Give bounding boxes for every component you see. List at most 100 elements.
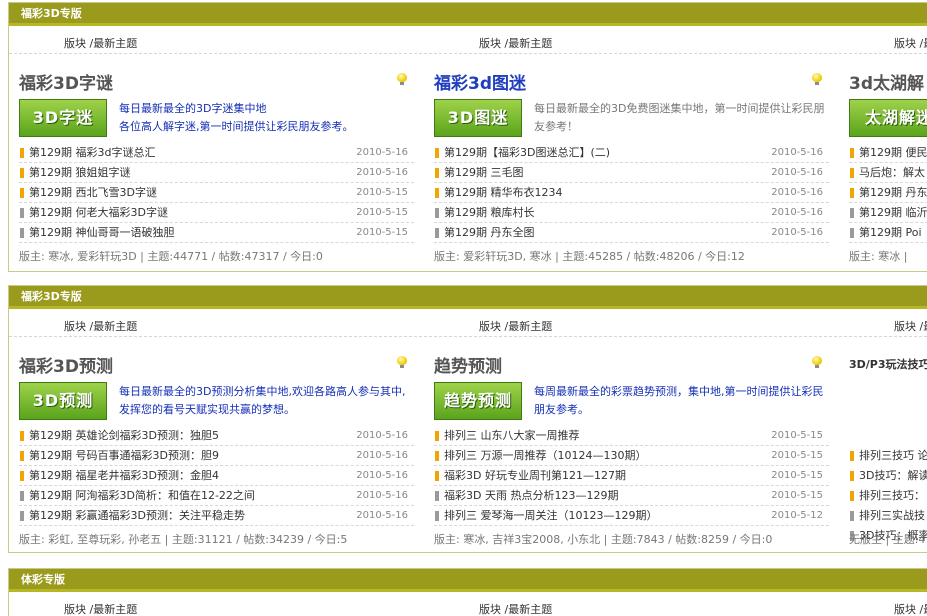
post-item[interactable]: 排列三技巧：	[849, 486, 927, 506]
post-title[interactable]: 3D技巧：解读	[859, 469, 927, 482]
section-subheader: 版块 /最新主题 版块 /最新主题 版块 /最新主题	[9, 26, 927, 54]
board-banner-image[interactable]: 太湖解迷	[849, 99, 927, 137]
post-title[interactable]: 第129期 粮库村长	[444, 206, 535, 219]
post-item[interactable]: 排列三 万源一周推荐（10124—130期） 2010-5-15	[434, 446, 829, 466]
post-item[interactable]: 第129期 号码百事通福彩3D预测：胆9 2010-5-16	[19, 446, 414, 466]
post-item[interactable]: 第129期【福彩3D图迷总汇】(二) 2010-5-16	[434, 143, 829, 163]
board-stats: 版主: 寒冰, 吉祥3宝2008, 小东北 | 主题:7843 / 帖数:825…	[434, 533, 773, 546]
board-description: 每日最新最全的3D字迷集中地 各位高人解字迷,第一时间提供让彩民朋友参考。	[119, 102, 354, 133]
post-title[interactable]: 第129期 英雄论剑福彩3D预测：独胆5	[29, 429, 219, 442]
post-title[interactable]: 排列三 山东八大家一周推荐	[444, 429, 580, 442]
post-date: 2010-5-12	[771, 510, 823, 521]
bullet-icon	[435, 471, 439, 481]
post-item[interactable]: 第129期 便民	[849, 143, 927, 163]
post-title[interactable]: 第129期 何老大福彩3D字谜	[29, 206, 168, 219]
board-title-link[interactable]: 福彩3d图迷	[434, 69, 526, 94]
post-item[interactable]: 第129期 三毛图 2010-5-16	[434, 163, 829, 183]
post-item[interactable]: 第129期 Poi	[849, 223, 927, 243]
post-item[interactable]: 第129期 临沂	[849, 203, 927, 223]
board-stats: 无版主 | 主题:4	[849, 533, 926, 546]
post-title[interactable]: 第129期 Poi	[859, 226, 922, 239]
post-item[interactable]: 福彩3D 天雨 热点分析123—129期 2010-5-15	[434, 486, 829, 506]
board-title-link[interactable]: 福彩3D字谜	[19, 69, 113, 94]
post-title[interactable]: 马后炮：解太	[859, 166, 925, 179]
latest-posts-list: 第129期 英雄论剑福彩3D预测：独胆5 2010-5-16 第129期 号码百事…	[19, 426, 414, 526]
latest-posts-list: 第129期 福彩3d字谜总汇 2010-5-16 第129期 狼姐姐字谜 2010-…	[19, 143, 414, 243]
forum-section-3: 体彩专版 版块 /最新主题 版块 /最新主题 版块 /最新主题	[8, 568, 927, 616]
post-item[interactable]: 第129期 福彩3d字谜总汇 2010-5-16	[19, 143, 414, 163]
board-banner-image[interactable]: 3D图迷	[434, 99, 522, 137]
post-title[interactable]: 第129期 三毛图	[444, 166, 524, 179]
post-title[interactable]: 排列三 爱琴海一周关注（10123—129期）	[444, 509, 657, 522]
post-title[interactable]: 第129期 丹东全图	[444, 226, 535, 239]
post-item[interactable]: 排列三 爱琴海一周关注（10123—129期） 2010-5-12	[434, 506, 829, 526]
post-title[interactable]: 第129期 彩赢通福彩3D预测：关注平稳走势	[29, 509, 245, 522]
latest-posts-list: 排列三 山东八大家一周推荐 2010-5-15 排列三 万源一周推荐（10124—…	[434, 426, 829, 526]
board-title-link[interactable]: 3d太湖解	[849, 69, 924, 94]
bullet-icon	[20, 451, 24, 461]
post-title[interactable]: 排列三实战技	[859, 509, 925, 522]
bullet-icon	[435, 228, 439, 238]
post-item[interactable]: 福彩3D 好玩专业周刊第121—127期 2010-5-15	[434, 466, 829, 486]
post-title[interactable]: 排列三技巧 论	[859, 449, 927, 462]
post-title[interactable]: 第129期 福星老井福彩3D预测：金胆4	[29, 469, 219, 482]
board-title-link[interactable]: 福彩3D预测	[19, 352, 113, 377]
post-item[interactable]: 第129期 神仙哥哥一语破独胆 2010-5-15	[19, 223, 414, 243]
tag-latest: 最新主题	[508, 37, 553, 50]
post-title[interactable]: 福彩3D 好玩专业周刊第121—127期	[444, 469, 626, 482]
board-title-link[interactable]: 趋势预测	[434, 352, 502, 377]
latest-posts-list: 第129期【福彩3D图迷总汇】(二) 2010-5-16 第129期 三毛图 201…	[434, 143, 829, 243]
post-title[interactable]: 第129期 阿洵福彩3D简析：和值在12-22之间	[29, 489, 255, 502]
tag-label: 版块	[64, 37, 86, 50]
post-item[interactable]: 马后炮：解太	[849, 163, 927, 183]
board-banner-image[interactable]: 3D字迷	[19, 99, 107, 137]
post-item[interactable]: 第129期 何老大福彩3D字谜 2010-5-15	[19, 203, 414, 223]
post-title[interactable]: 第129期 号码百事通福彩3D预测：胆9	[29, 449, 219, 462]
post-item[interactable]: 第129期 福星老井福彩3D预测：金胆4 2010-5-16	[19, 466, 414, 486]
bullet-icon	[435, 451, 439, 461]
post-item[interactable]: 第129期 粮库村长 2010-5-16	[434, 203, 829, 223]
post-item[interactable]: 第129期 丹东全图 2010-5-16	[434, 223, 829, 243]
tag-latest: 最新主题	[923, 603, 927, 616]
bullet-icon	[435, 168, 439, 178]
bullet-icon	[435, 148, 439, 158]
post-title[interactable]: 福彩3D 天雨 热点分析123—129期	[444, 489, 618, 502]
board-banner-image[interactable]: 趋势预测	[434, 382, 522, 420]
board-banner-image[interactable]: 3D预测	[19, 382, 107, 420]
post-item[interactable]: 第129期 丹东	[849, 183, 927, 203]
post-item[interactable]: 第129期 英雄论剑福彩3D预测：独胆5 2010-5-16	[19, 426, 414, 446]
bullet-icon	[850, 511, 854, 521]
post-item[interactable]: 第129期 彩赢通福彩3D预测：关注平稳走势 2010-5-16	[19, 506, 414, 526]
post-title[interactable]: 第129期 临沂	[859, 206, 927, 219]
post-item[interactable]: 排列三技巧 论	[849, 446, 927, 466]
post-item[interactable]: 第129期 阿洵福彩3D简析：和值在12-22之间 2010-5-16	[19, 486, 414, 506]
post-title[interactable]: 排列三 万源一周推荐（10124—130期）	[444, 449, 646, 462]
subheader-tag-col3: 版块 /最新主题	[894, 601, 927, 616]
post-item[interactable]: 排列三 山东八大家一周推荐 2010-5-15	[434, 426, 829, 446]
post-item[interactable]: 3D技巧：解读	[849, 466, 927, 486]
post-item[interactable]: 排列三实战技	[849, 506, 927, 526]
forum-board-p3-jiqiao: 3D/P3玩法技巧 排列三技巧 论 3D技巧：解读 排列三技巧： 排列三实战技 …	[839, 346, 927, 556]
post-title[interactable]: 第129期【福彩3D图迷总汇】(二)	[444, 146, 610, 159]
post-title[interactable]: 第129期 便民	[859, 146, 927, 159]
post-date: 2010-5-16	[771, 207, 823, 218]
post-title[interactable]: 第129期 精华布衣1234	[444, 186, 563, 199]
post-item[interactable]: 第129期 狼姐姐字谜 2010-5-16	[19, 163, 414, 183]
bullet-icon	[20, 208, 24, 218]
bullet-icon	[850, 451, 854, 461]
post-date: 2010-5-16	[356, 510, 408, 521]
post-title[interactable]: 第129期 西北飞雪3D字谜	[29, 186, 157, 199]
post-title[interactable]: 排列三技巧：	[859, 489, 925, 502]
post-title[interactable]: 第129期 丹东	[859, 186, 927, 199]
tag-latest: 最新主题	[93, 603, 138, 616]
board-title-link[interactable]: 3D/P3玩法技巧	[849, 356, 927, 372]
post-date: 2010-5-16	[771, 167, 823, 178]
forum-section-2: 福彩3D专版 版块 /最新主题 版块 /最新主题 版块 /最新主题 福彩3D预测…	[8, 285, 927, 553]
bullet-icon	[435, 188, 439, 198]
post-item[interactable]: 第129期 精华布衣1234 2010-5-16	[434, 183, 829, 203]
post-item[interactable]: 第129期 西北飞雪3D字谜 2010-5-15	[19, 183, 414, 203]
post-title[interactable]: 第129期 狼姐姐字谜	[29, 166, 131, 179]
bullet-icon	[435, 208, 439, 218]
post-title[interactable]: 第129期 神仙哥哥一语破独胆	[29, 226, 175, 239]
post-title[interactable]: 第129期 福彩3d字谜总汇	[29, 146, 155, 159]
